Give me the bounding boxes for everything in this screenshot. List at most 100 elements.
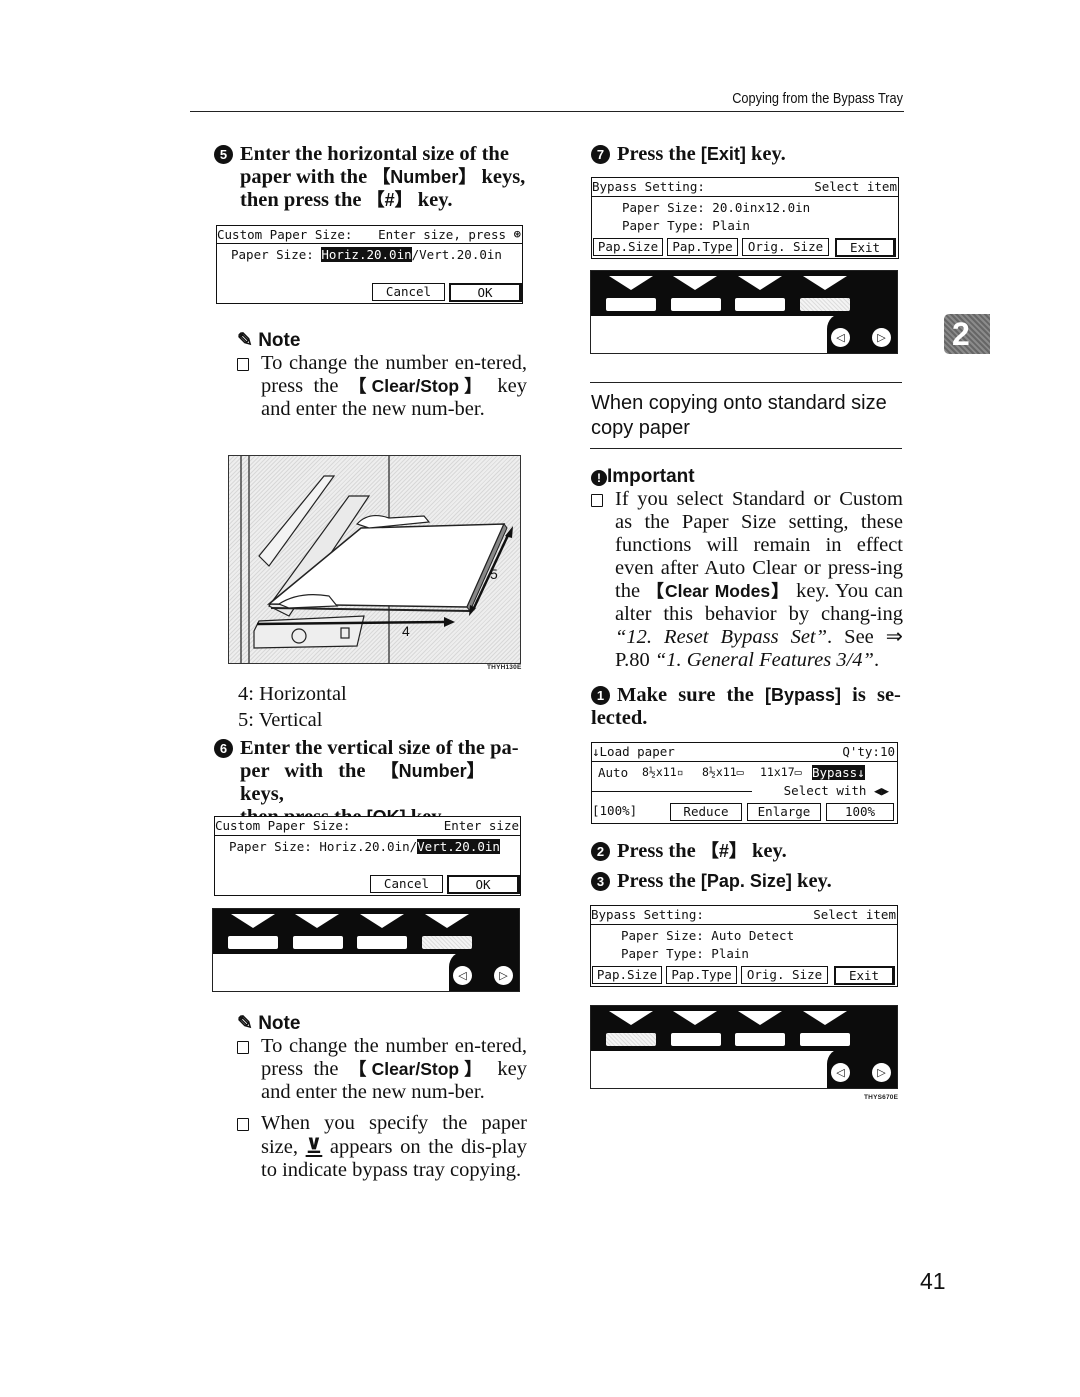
lcd-horiz-value: Horiz.20.0in bbox=[321, 247, 412, 262]
reduce-button[interactable]: Reduce bbox=[670, 803, 742, 821]
orig-size-button[interactable]: Orig. Size bbox=[741, 966, 828, 984]
step-text: paper with the bbox=[240, 166, 373, 188]
lcd-title: Bypass Setting: bbox=[591, 907, 704, 922]
pencil-icon: ✎ bbox=[237, 330, 253, 351]
control-panel-right-top: ◁ ▷ bbox=[590, 270, 898, 354]
lcd-separator bbox=[215, 835, 520, 836]
selection-key-3[interactable] bbox=[735, 1033, 785, 1046]
lcd-size-line: Paper Size: Horiz.20.0in/Vert.20.0in bbox=[229, 839, 500, 854]
lcd-size-label: Paper Size: bbox=[229, 839, 320, 854]
selection-key-2[interactable] bbox=[293, 936, 343, 949]
hash-circle-icon: ⊛ bbox=[513, 226, 521, 241]
exit-button[interactable]: Exit bbox=[834, 966, 895, 985]
reference-link[interactable]: “1. General Features 3/4” bbox=[655, 649, 874, 671]
lcd-cancel-button[interactable]: Cancel bbox=[372, 283, 445, 301]
section-rule-top bbox=[590, 382, 902, 383]
tray-bypass[interactable]: Bypass↓ bbox=[812, 765, 865, 780]
orig-size-button[interactable]: Orig. Size bbox=[742, 238, 829, 256]
reference-link[interactable]: “12. Reset Bypass Set” bbox=[615, 626, 827, 648]
step-text: per with the bbox=[240, 760, 381, 782]
selection-key-arrow-icon bbox=[609, 1011, 653, 1025]
selection-key-2[interactable] bbox=[671, 1033, 721, 1046]
pap-size-button[interactable]: Pap.Size bbox=[593, 238, 663, 256]
bypass-label: Bypass bbox=[812, 765, 858, 780]
full-size-button[interactable]: 100% bbox=[826, 803, 894, 821]
bypass-tray-illustration: 5 4 bbox=[228, 455, 521, 664]
lcd-separator bbox=[217, 243, 522, 244]
lcd-title: Custom Paper Size: bbox=[217, 227, 353, 242]
key-name: [Exit] bbox=[700, 144, 746, 164]
selection-key-arrow-icon bbox=[673, 1011, 717, 1025]
control-panel-left: ◁ ▷ bbox=[212, 908, 520, 992]
selection-key-2[interactable] bbox=[671, 298, 721, 311]
figure-id: THYS670E bbox=[864, 1094, 899, 1101]
step-text: key. bbox=[745, 143, 786, 165]
right-arrow-key[interactable]: ▷ bbox=[494, 966, 513, 985]
selection-key-3[interactable] bbox=[735, 298, 785, 311]
step-7: 7 Press the [Exit] key. bbox=[591, 143, 903, 166]
selection-key-arrow-icon bbox=[803, 276, 847, 290]
selection-key-1[interactable] bbox=[606, 298, 656, 311]
key-name: 【Number】 bbox=[380, 761, 485, 781]
tray-3[interactable]: 11x17▭ bbox=[760, 765, 802, 779]
lcd-size-label: Paper Size: bbox=[231, 247, 322, 262]
pap-type-button[interactable]: Pap.Type bbox=[666, 966, 737, 984]
chapter-tab: 2 bbox=[944, 314, 990, 354]
left-arrow-key[interactable]: ◁ bbox=[453, 966, 472, 985]
checkbox-bullet-icon bbox=[237, 1118, 249, 1131]
selection-key-4[interactable] bbox=[422, 936, 472, 949]
bypass-tray-drawing bbox=[240, 456, 513, 663]
pencil-icon: ✎ bbox=[237, 1013, 253, 1034]
label-vertical: 5 bbox=[490, 566, 498, 582]
note-2: ✎ Note To change the number en-tered, pr… bbox=[237, 1012, 527, 1182]
lcd-ok-button[interactable]: OK bbox=[447, 875, 520, 894]
step-text: keys, bbox=[476, 166, 526, 188]
important-icon: ! bbox=[591, 470, 607, 486]
right-arrow-key[interactable]: ▷ bbox=[872, 328, 891, 347]
selection-key-arrow-icon bbox=[673, 276, 717, 290]
selection-key-arrow-icon bbox=[295, 914, 339, 928]
tray-auto[interactable]: Auto bbox=[598, 765, 628, 780]
lcd-quantity: Q'ty:10 bbox=[842, 744, 895, 759]
left-arrow-key[interactable]: ◁ bbox=[831, 1063, 850, 1082]
important-box: ! Important If you select Standard or Cus… bbox=[591, 466, 903, 672]
selection-key-1[interactable] bbox=[228, 936, 278, 949]
lcd-hint-rule bbox=[592, 791, 752, 792]
checkbox-bullet-icon bbox=[237, 1041, 249, 1054]
selection-key-3[interactable] bbox=[357, 936, 407, 949]
pap-size-button[interactable]: Pap.Size bbox=[592, 966, 662, 984]
step-number: 2 bbox=[591, 842, 610, 861]
select-hint: Select with ◀▶ bbox=[783, 783, 889, 798]
tray-1[interactable]: 8½x11▫ bbox=[642, 765, 684, 779]
selection-key-4[interactable] bbox=[800, 298, 850, 311]
step-number: 1 bbox=[591, 686, 610, 705]
important-item: If you select Standard or Custom as the … bbox=[591, 488, 903, 672]
selection-key-1[interactable] bbox=[606, 1033, 656, 1046]
right-arrow-key[interactable]: ▷ bbox=[872, 1063, 891, 1082]
selection-key-4[interactable] bbox=[800, 1033, 850, 1046]
left-arrow-key[interactable]: ◁ bbox=[831, 328, 850, 347]
lcd-size-line: Paper Size: Horiz.20.0in/Vert.20.0in bbox=[231, 247, 502, 262]
lcd-cancel-button[interactable]: Cancel bbox=[370, 875, 443, 893]
key-name: [Bypass] bbox=[765, 685, 842, 705]
legend-horizontal: 4: Horizontal bbox=[238, 683, 347, 705]
lcd-ok-button[interactable]: OK bbox=[449, 283, 522, 302]
header-rule bbox=[190, 111, 904, 112]
tray-2[interactable]: 8½x11▭ bbox=[702, 765, 744, 779]
selection-key-arrow-icon bbox=[425, 914, 469, 928]
note-heading-text: Note bbox=[258, 330, 301, 351]
legend-vertical: 5: Vertical bbox=[238, 709, 323, 731]
key-name: 【Clear/Stop】 bbox=[348, 1059, 488, 1079]
checkbox-bullet-icon bbox=[237, 358, 249, 371]
pap-type-button[interactable]: Pap.Type bbox=[667, 238, 738, 256]
selection-key-arrow-icon bbox=[360, 914, 404, 928]
enlarge-button[interactable]: Enlarge bbox=[747, 803, 821, 821]
step-text: key. bbox=[746, 840, 787, 862]
bypass-tray-icon: ⊻ bbox=[305, 1134, 323, 1158]
lcd-prompt: Enter size bbox=[443, 818, 519, 833]
important-heading-text: Important bbox=[607, 466, 695, 487]
exit-button[interactable]: Exit bbox=[835, 238, 896, 257]
step-text: Make sure the bbox=[617, 684, 766, 706]
note-item: To change the number en-tered, press the… bbox=[237, 1035, 527, 1104]
running-header: Copying from the Bypass Tray bbox=[732, 90, 903, 107]
